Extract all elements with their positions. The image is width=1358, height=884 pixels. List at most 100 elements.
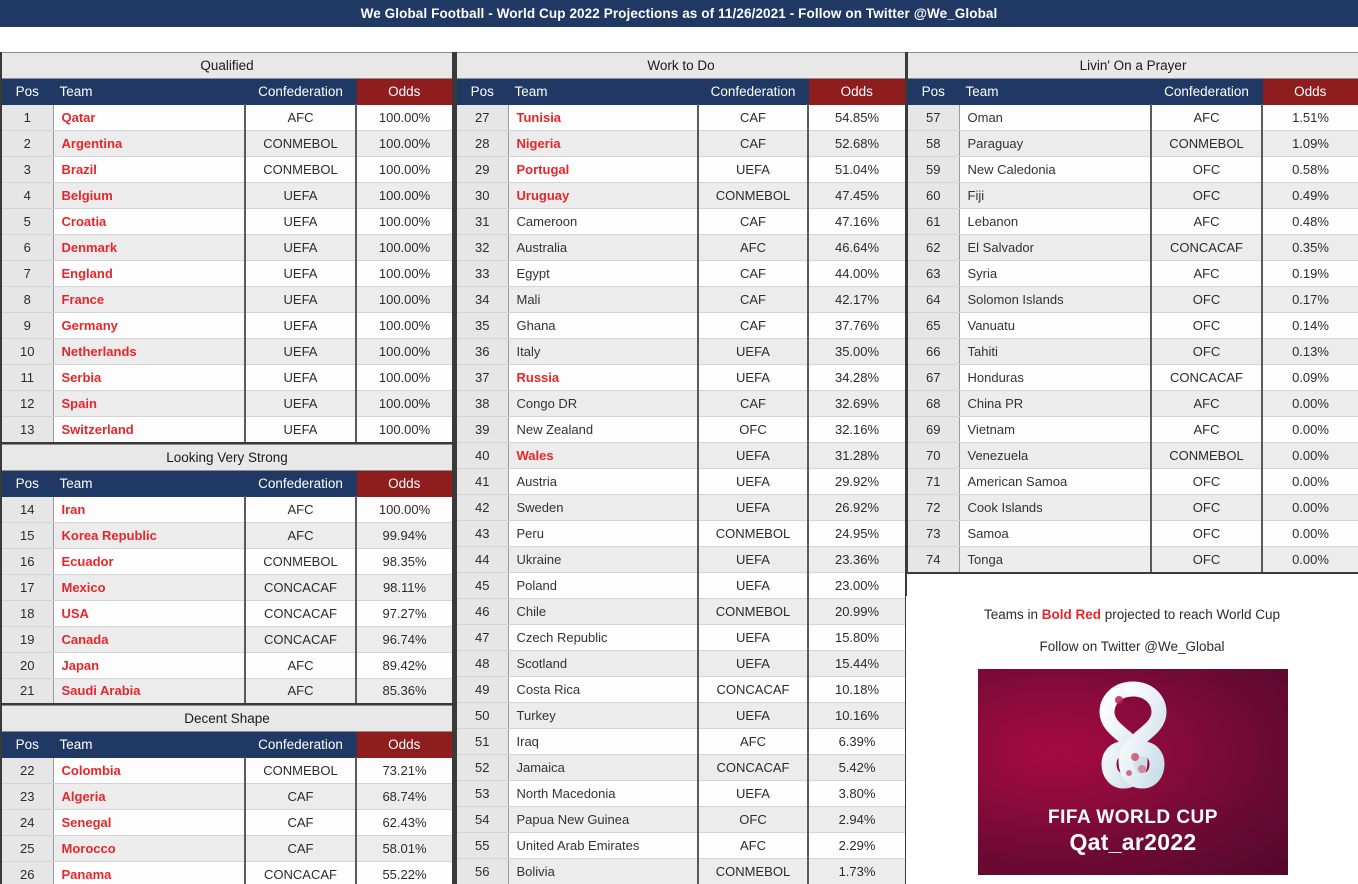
table-row[interactable]: 44 Ukraine UEFA 23.36% — [455, 546, 908, 573]
table-row[interactable]: 30 Uruguay CONMEBOL 47.45% — [455, 182, 908, 209]
table-row[interactable]: 10 Netherlands UEFA 100.00% — [0, 338, 455, 365]
table-row[interactable]: 69 Vietnam AFC 0.00% — [906, 416, 1358, 443]
header-pos[interactable]: Pos — [455, 78, 509, 105]
table-row[interactable]: 46 Chile CONMEBOL 20.99% — [455, 598, 908, 625]
table-row[interactable]: 61 Lebanon AFC 0.48% — [906, 208, 1358, 235]
header-pos[interactable]: Pos — [906, 78, 960, 105]
header-confederation[interactable]: Confederation — [697, 78, 809, 105]
cell-confederation: OFC — [1151, 520, 1263, 547]
table-row[interactable]: 63 Syria AFC 0.19% — [906, 260, 1358, 287]
header-pos[interactable]: Pos — [0, 78, 54, 105]
header-team[interactable]: Team — [958, 78, 1152, 105]
header-pos[interactable]: Pos — [0, 731, 54, 758]
table-row[interactable]: 9 Germany UEFA 100.00% — [0, 312, 455, 339]
table-row[interactable]: 24 Senegal CAF 62.43% — [0, 809, 454, 836]
header-odds[interactable]: Odds — [807, 78, 908, 105]
table-row[interactable]: 21 Saudi Arabia AFC 85.36% — [0, 678, 455, 705]
table-row[interactable]: 15 Korea Republic AFC 99.94% — [0, 522, 455, 549]
table-row[interactable]: 19 Canada CONCACAF 96.74% — [0, 626, 455, 653]
table-row[interactable]: 43 Peru CONMEBOL 24.95% — [455, 520, 908, 547]
table-row[interactable]: 53 North Macedonia UEFA 3.80% — [455, 780, 908, 807]
cell-team: Venezuela — [959, 442, 1152, 469]
table-row[interactable]: 64 Solomon Islands OFC 0.17% — [906, 286, 1358, 313]
table-row[interactable]: 11 Serbia UEFA 100.00% — [0, 364, 455, 391]
table-row[interactable]: 42 Sweden UEFA 26.92% — [455, 494, 908, 521]
cell-odds: 68.74% — [356, 783, 454, 810]
table-row[interactable]: 47 Czech Republic UEFA 15.80% — [455, 624, 908, 651]
header-confederation[interactable]: Confederation — [1150, 78, 1263, 105]
table-row[interactable]: 27 Tunisia CAF 54.85% — [455, 104, 908, 131]
header-team[interactable]: Team — [52, 469, 246, 497]
table-row[interactable]: 41 Austria UEFA 29.92% — [455, 468, 908, 495]
table-row[interactable]: 37 Russia UEFA 34.28% — [455, 364, 908, 391]
header-odds[interactable]: Odds — [355, 78, 455, 105]
table-row[interactable]: 62 El Salvador CONCACAF 0.35% — [906, 234, 1358, 261]
cell-team: Portugal — [508, 156, 699, 183]
header-odds[interactable]: Odds — [1261, 78, 1358, 105]
table-row[interactable]: 54 Papua New Guinea OFC 2.94% — [455, 806, 908, 833]
table-row[interactable]: 58 Paraguay CONMEBOL 1.09% — [906, 130, 1358, 157]
table-row[interactable]: 45 Poland UEFA 23.00% — [455, 572, 908, 599]
table-row[interactable]: 67 Honduras CONCACAF 0.09% — [906, 364, 1358, 391]
table-row[interactable]: 14 Iran AFC 100.00% — [0, 496, 455, 523]
table-row[interactable]: 31 Cameroon CAF 47.16% — [455, 208, 908, 235]
header-team[interactable]: Team — [52, 78, 246, 105]
table-row[interactable]: 29 Portugal UEFA 51.04% — [455, 156, 908, 183]
table-row[interactable]: 66 Tahiti OFC 0.13% — [906, 338, 1358, 365]
table-row[interactable]: 50 Turkey UEFA 10.16% — [455, 702, 908, 729]
table-row[interactable]: 49 Costa Rica CONCACAF 10.18% — [455, 676, 908, 703]
header-confederation[interactable]: Confederation — [244, 469, 357, 497]
table-row[interactable]: 16 Ecuador CONMEBOL 98.35% — [0, 548, 455, 575]
table-row[interactable]: 73 Samoa OFC 0.00% — [906, 520, 1358, 547]
table-row[interactable]: 48 Scotland UEFA 15.44% — [455, 650, 908, 677]
cell-pos: 66 — [906, 338, 960, 365]
table-row[interactable]: 74 Tonga OFC 0.00% — [906, 546, 1358, 574]
table-row[interactable]: 23 Algeria CAF 68.74% — [0, 783, 454, 810]
table-row[interactable]: 5 Croatia UEFA 100.00% — [0, 208, 455, 235]
cell-odds: 0.17% — [1262, 286, 1358, 313]
table-row[interactable]: 70 Venezuela CONMEBOL 0.00% — [906, 442, 1358, 469]
table-row[interactable]: 56 Bolivia CONMEBOL 1.73% — [455, 858, 908, 884]
table-row[interactable]: 20 Japan AFC 89.42% — [0, 652, 455, 679]
header-pos[interactable]: Pos — [0, 469, 54, 497]
table-row[interactable]: 71 American Samoa OFC 0.00% — [906, 468, 1358, 495]
table-row[interactable]: 65 Vanuatu OFC 0.14% — [906, 312, 1358, 339]
table-row[interactable]: 40 Wales UEFA 31.28% — [455, 442, 908, 469]
table-row[interactable]: 57 Oman AFC 1.51% — [906, 104, 1358, 131]
table-row[interactable]: 59 New Caledonia OFC 0.58% — [906, 156, 1358, 183]
table-row[interactable]: 51 Iraq AFC 6.39% — [455, 728, 908, 755]
table-row[interactable]: 38 Congo DR CAF 32.69% — [455, 390, 908, 417]
header-team[interactable]: Team — [507, 78, 699, 105]
header-confederation[interactable]: Confederation — [244, 731, 357, 758]
table-row[interactable]: 55 United Arab Emirates AFC 2.29% — [455, 832, 908, 859]
table-row[interactable]: 6 Denmark UEFA 100.00% — [0, 234, 455, 261]
header-odds[interactable]: Odds — [355, 731, 454, 758]
table-row[interactable]: 36 Italy UEFA 35.00% — [455, 338, 908, 365]
table-row[interactable]: 13 Switzerland UEFA 100.00% — [0, 416, 455, 444]
header-odds[interactable]: Odds — [355, 469, 455, 497]
table-row[interactable]: 17 Mexico CONCACAF 98.11% — [0, 574, 455, 601]
table-row[interactable]: 68 China PR AFC 0.00% — [906, 390, 1358, 417]
header-team[interactable]: Team — [52, 731, 246, 758]
table-row[interactable]: 32 Australia AFC 46.64% — [455, 234, 908, 261]
table-row[interactable]: 26 Panama CONCACAF 55.22% — [0, 861, 454, 884]
header-confederation[interactable]: Confederation — [244, 78, 357, 105]
table-row[interactable]: 28 Nigeria CAF 52.68% — [455, 130, 908, 157]
table-row[interactable]: 52 Jamaica CONCACAF 5.42% — [455, 754, 908, 781]
table-row[interactable]: 4 Belgium UEFA 100.00% — [0, 182, 455, 209]
table-row[interactable]: 60 Fiji OFC 0.49% — [906, 182, 1358, 209]
table-row[interactable]: 8 France UEFA 100.00% — [0, 286, 455, 313]
table-row[interactable]: 7 England UEFA 100.00% — [0, 260, 455, 287]
table-row[interactable]: 35 Ghana CAF 37.76% — [455, 312, 908, 339]
table-row[interactable]: 18 USA CONCACAF 97.27% — [0, 600, 455, 627]
table-row[interactable]: 3 Brazil CONMEBOL 100.00% — [0, 156, 455, 183]
table-row[interactable]: 22 Colombia CONMEBOL 73.21% — [0, 757, 454, 784]
table-row[interactable]: 1 Qatar AFC 100.00% — [0, 104, 455, 131]
table-row[interactable]: 12 Spain UEFA 100.00% — [0, 390, 455, 417]
table-row[interactable]: 2 Argentina CONMEBOL 100.00% — [0, 130, 455, 157]
table-row[interactable]: 72 Cook Islands OFC 0.00% — [906, 494, 1358, 521]
table-row[interactable]: 33 Egypt CAF 44.00% — [455, 260, 908, 287]
table-row[interactable]: 39 New Zealand OFC 32.16% — [455, 416, 908, 443]
table-row[interactable]: 34 Mali CAF 42.17% — [455, 286, 908, 313]
table-row[interactable]: 25 Morocco CAF 58.01% — [0, 835, 454, 862]
